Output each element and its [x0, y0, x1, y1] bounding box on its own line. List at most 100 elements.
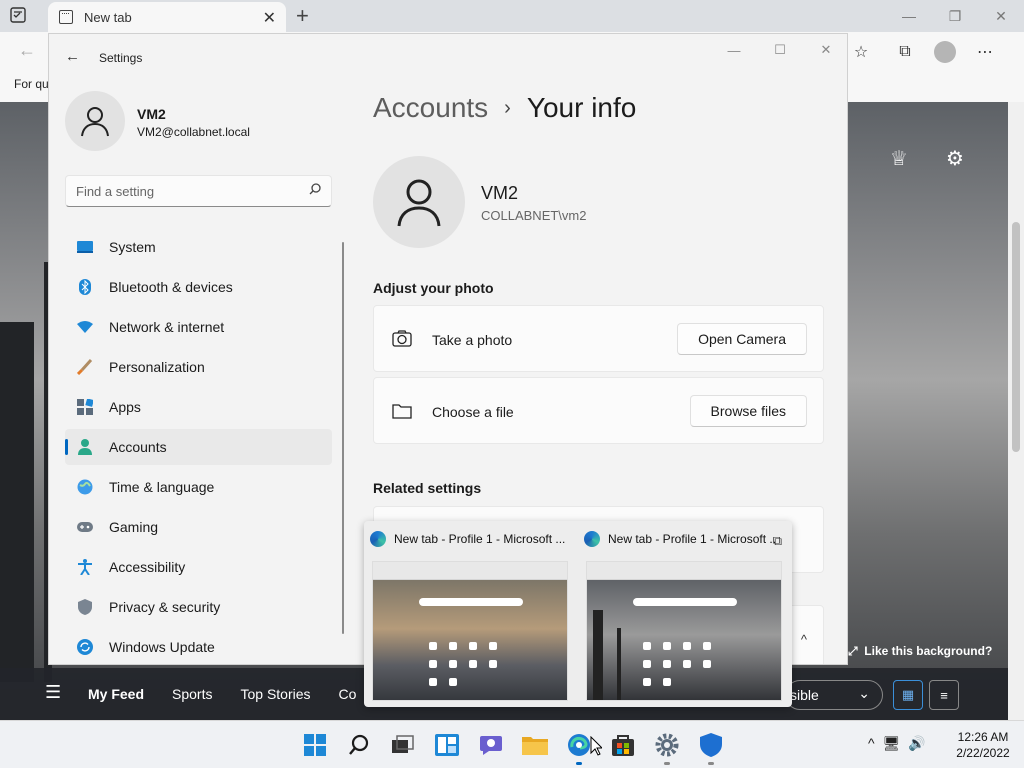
- thumbnail-header: New tab - Profile 1 - Microsoft ...: [584, 531, 784, 547]
- settings-titlebar: ← Settings — ☐ ✕: [49, 34, 847, 82]
- page-title: Your info: [526, 92, 637, 123]
- feed-tab[interactable]: Top Stories: [240, 686, 310, 702]
- nav-item-windows-update[interactable]: Windows Update: [65, 629, 332, 664]
- start-button[interactable]: [301, 731, 329, 759]
- profile-avatar[interactable]: [934, 41, 956, 63]
- file-explorer-button[interactable]: [521, 731, 549, 759]
- store-button[interactable]: [609, 731, 637, 759]
- running-indicator: [708, 762, 714, 765]
- feed-tab[interactable]: Sports: [172, 686, 212, 702]
- profile-avatar-large: [373, 156, 465, 248]
- thumbnail-image: [372, 561, 568, 701]
- page-header-icons: ♕ ⚙: [886, 146, 968, 171]
- feed-tab[interactable]: Co: [339, 686, 357, 702]
- more-icon[interactable]: ⋯: [970, 40, 1000, 64]
- tab-actions-icon[interactable]: [10, 7, 28, 25]
- page-scrollbar[interactable]: [1008, 102, 1024, 720]
- thumbnail-window[interactable]: New tab - Profile 1 - Microsoft ...: [364, 521, 574, 707]
- browser-tab[interactable]: New tab ✕: [48, 2, 286, 32]
- close-tab-icon[interactable]: ✕: [263, 8, 276, 28]
- network-icon: [77, 319, 93, 335]
- favorites-bar-text[interactable]: For qu: [14, 77, 49, 91]
- nav-item-time-language[interactable]: Time & language: [65, 469, 332, 505]
- feed-tab[interactable]: My Feed: [88, 686, 144, 702]
- system-tray: ^ 🖥 🔊: [868, 735, 926, 752]
- clock[interactable]: 12:26 AM 2/22/2022: [948, 729, 1018, 761]
- edge-button[interactable]: [565, 731, 593, 765]
- brush-icon: [77, 359, 93, 375]
- clock-time: 12:26 AM: [957, 730, 1009, 744]
- chevron-up-icon[interactable]: ^: [801, 632, 807, 647]
- content-visibility-dropdown[interactable]: sible ⌄: [785, 680, 883, 710]
- breadcrumb-parent[interactable]: Accounts: [373, 92, 488, 123]
- nav-item-system[interactable]: System: [65, 229, 332, 265]
- clock-date: 2/22/2022: [956, 746, 1010, 760]
- profile-account: COLLABNET\vm2: [481, 208, 587, 223]
- scroll-thumb[interactable]: [1012, 222, 1020, 452]
- restore-button[interactable]: ❐: [932, 0, 978, 32]
- teams-chat-button[interactable]: [477, 731, 505, 759]
- network-tray-icon[interactable]: 🖥: [883, 735, 901, 752]
- list-view-button[interactable]: ≡: [929, 680, 959, 710]
- settings-search-input[interactable]: Find a setting: [65, 175, 332, 207]
- browser-window-controls: — ❐ ✕: [886, 0, 1024, 32]
- minimize-button[interactable]: —: [886, 0, 932, 32]
- pop-out-icon[interactable]: ⧉: [773, 533, 782, 549]
- nav-label: Apps: [109, 399, 141, 415]
- nav-item-privacy-security[interactable]: Privacy & security: [65, 589, 332, 625]
- nav-item-gaming[interactable]: Gaming: [65, 509, 332, 545]
- settings-app-button[interactable]: [653, 731, 681, 765]
- favorites-icon[interactable]: ☆: [846, 40, 876, 64]
- rewards-icon[interactable]: ♕: [886, 146, 912, 171]
- nav-label: Bluetooth & devices: [109, 279, 233, 295]
- like-background-text: Like this background?: [864, 644, 993, 658]
- system-icon: [77, 239, 93, 255]
- tab-title: New tab: [84, 10, 132, 25]
- nav-item-bluetooth[interactable]: Bluetooth & devices: [65, 269, 332, 305]
- search-button[interactable]: [345, 731, 373, 759]
- thumbnail-scene: [587, 580, 781, 700]
- browse-files-button[interactable]: Browse files: [689, 395, 807, 427]
- visibility-label: sible: [790, 687, 819, 703]
- show-hidden-icons-icon[interactable]: ^: [868, 735, 875, 752]
- thumbnail-title: New tab - Profile 1 - Microsoft ...: [608, 532, 776, 546]
- volume-icon[interactable]: 🔊: [908, 735, 925, 752]
- thumbnail-window[interactable]: New tab - Profile 1 - Microsoft ... ⧉: [578, 521, 788, 707]
- user-avatar[interactable]: [65, 91, 125, 151]
- hamburger-menu-icon[interactable]: ☰: [45, 682, 61, 703]
- breadcrumb: Accounts › Your info: [373, 92, 636, 124]
- nav-item-personalization[interactable]: Personalization: [65, 349, 332, 385]
- task-view-button[interactable]: [389, 731, 417, 759]
- nav-item-apps[interactable]: Apps: [65, 389, 332, 425]
- widgets-button[interactable]: [433, 731, 461, 759]
- collections-icon[interactable]: ⧉: [890, 40, 920, 64]
- user-name: VM2: [137, 106, 166, 122]
- like-background-link[interactable]: ⤢ Like this background?: [848, 644, 992, 659]
- thumbnail-title: New tab - Profile 1 - Microsoft ...: [394, 532, 566, 546]
- pier-silhouette: [617, 628, 621, 700]
- back-arrow-icon[interactable]: ←: [18, 40, 36, 61]
- nav-label: Accessibility: [109, 559, 186, 575]
- settings-minimize-button[interactable]: —: [711, 34, 757, 66]
- nav-item-accounts[interactable]: Accounts: [65, 429, 332, 465]
- running-indicator: [576, 762, 582, 765]
- nav-label: Accounts: [109, 439, 167, 455]
- nav-scrollbar[interactable]: [342, 242, 344, 634]
- close-button[interactable]: ✕: [978, 0, 1024, 32]
- security-button[interactable]: [697, 731, 725, 765]
- apps-icon: [77, 399, 93, 415]
- grid-view-button[interactable]: ▦: [893, 680, 923, 710]
- accounts-icon: [77, 439, 93, 455]
- settings-close-button[interactable]: ✕: [803, 34, 847, 66]
- new-tab-button[interactable]: +: [296, 3, 309, 29]
- nav-item-accessibility[interactable]: Accessibility: [65, 549, 332, 585]
- settings-back-arrow-icon[interactable]: ←: [65, 48, 80, 65]
- settings-maximize-button[interactable]: ☐: [757, 34, 803, 66]
- settings-title: Settings: [99, 51, 143, 65]
- nav-item-network[interactable]: Network & internet: [65, 309, 332, 345]
- choose-file-card: Choose a file Browse files: [373, 377, 824, 444]
- edge-icon: [584, 531, 600, 547]
- update-icon: [77, 639, 93, 655]
- open-camera-button[interactable]: Open Camera: [677, 323, 807, 355]
- page-settings-icon[interactable]: ⚙: [942, 146, 968, 171]
